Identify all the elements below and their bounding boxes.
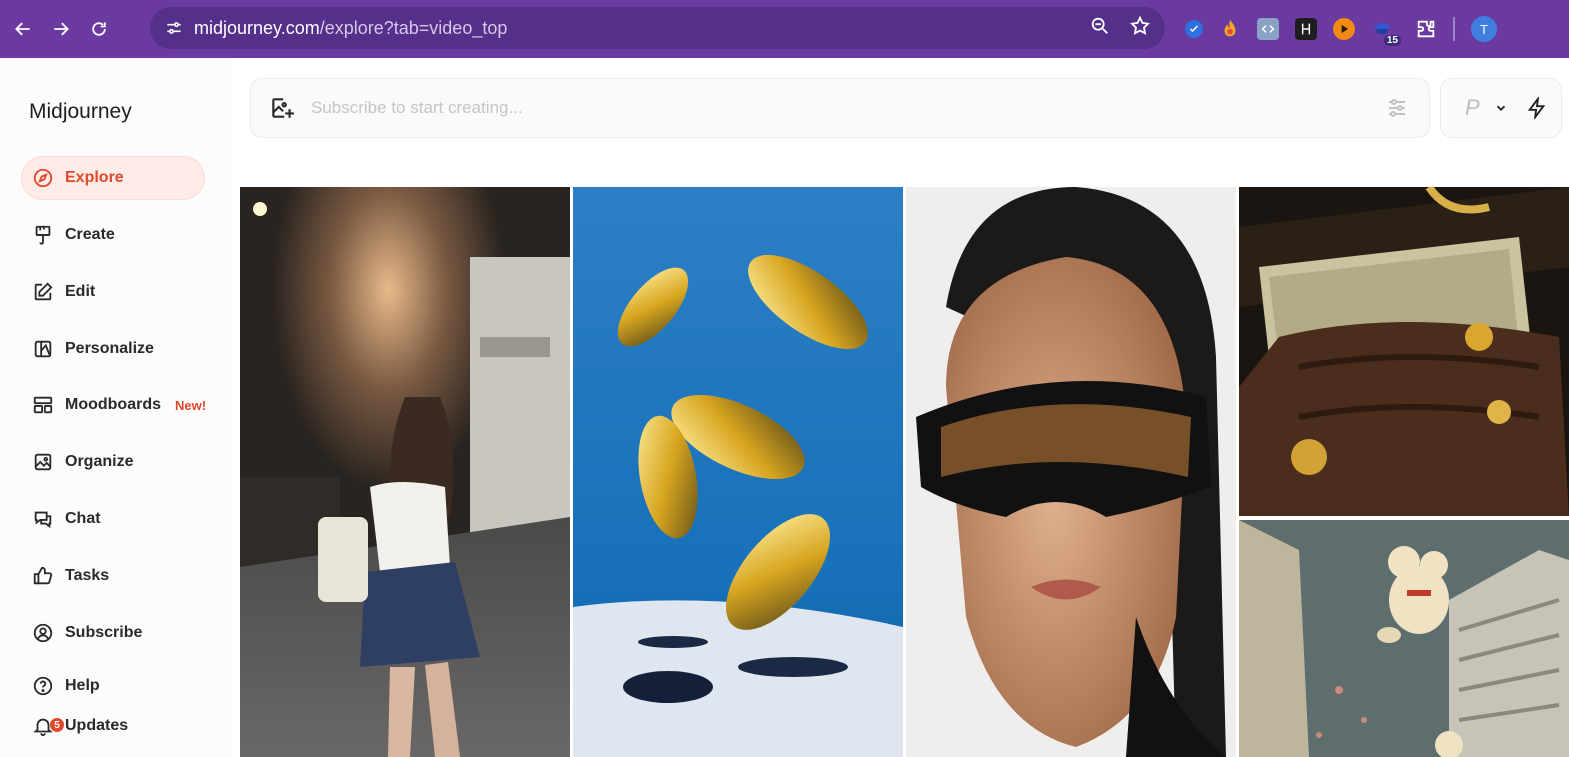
extension-flame-icon[interactable] xyxy=(1219,18,1241,40)
sidebar-item-label: Subscribe xyxy=(65,624,143,641)
site-info-icon[interactable] xyxy=(156,13,192,43)
extension-badge: 15 xyxy=(1383,35,1401,46)
sidebar-item-label: Tasks xyxy=(65,567,110,584)
sidebar-item-label: Personalize xyxy=(65,340,154,357)
browser-toolbar: midjourney.com/explore?tab=video_top 15 xyxy=(0,0,1569,58)
sidebar-item-moodboards[interactable]: Moodboards New! xyxy=(22,384,207,426)
compass-icon xyxy=(32,167,54,189)
prompt-input[interactable] xyxy=(311,98,1351,118)
profile-avatar[interactable]: T xyxy=(1471,16,1497,42)
sidebar-item-tasks[interactable]: Tasks xyxy=(22,555,204,597)
extensions-area: 15 T xyxy=(1185,12,1497,46)
forward-button[interactable] xyxy=(46,14,76,44)
sidebar-item-create[interactable]: Create xyxy=(22,214,204,256)
bell-icon: 5 xyxy=(32,715,64,737)
prompt-bar xyxy=(250,78,1430,138)
lightning-bolt-icon[interactable] xyxy=(1526,97,1548,119)
thumbs-up-icon xyxy=(32,565,54,587)
sidebar-item-label: Chat xyxy=(65,510,101,527)
extensions-puzzle-icon[interactable] xyxy=(1415,18,1437,40)
url-text: midjourney.com/explore?tab=video_top xyxy=(194,18,507,39)
edit-icon xyxy=(32,281,54,303)
sidebar-item-label: Moodboards xyxy=(65,396,161,413)
settings-sliders-icon[interactable] xyxy=(1385,96,1409,120)
extension-graduation-icon[interactable]: 15 xyxy=(1371,18,1401,46)
chat-icon xyxy=(32,508,54,530)
updates-count-badge: 5 xyxy=(50,718,64,732)
url-host: midjourney.com xyxy=(194,17,320,38)
sidebar-item-edit[interactable]: Edit xyxy=(22,271,204,313)
sidebar-item-label: Help xyxy=(65,677,100,694)
brush-icon xyxy=(32,224,54,246)
moodboard-icon xyxy=(32,394,54,416)
gallery-tile-street-girl[interactable] xyxy=(240,187,570,757)
extension-code-icon[interactable] xyxy=(1257,18,1279,40)
mode-selector[interactable]: P xyxy=(1440,78,1562,138)
personalize-icon xyxy=(32,338,54,360)
back-button[interactable] xyxy=(8,14,38,44)
new-badge: New! xyxy=(175,397,207,413)
reload-button[interactable] xyxy=(84,14,114,44)
gallery-tile-pills[interactable] xyxy=(573,187,903,757)
sidebar-item-label: Updates xyxy=(65,717,129,734)
help-icon xyxy=(32,675,54,697)
url-path: /explore?tab=video_top xyxy=(319,17,508,38)
sidebar-item-label: Create xyxy=(65,226,115,243)
image-icon xyxy=(32,451,54,473)
sidebar-item-personalize[interactable]: Personalize xyxy=(22,328,204,370)
sidebar-item-label: Explore xyxy=(65,169,124,186)
chevron-down-icon xyxy=(1496,105,1505,111)
address-bar[interactable]: midjourney.com/explore?tab=video_top xyxy=(150,7,1165,49)
sidebar-item-explore[interactable]: Explore xyxy=(22,157,204,199)
sidebar-item-chat[interactable]: Chat xyxy=(22,498,204,540)
sidebar-item-subscribe[interactable]: Subscribe xyxy=(22,612,204,654)
photo-woman-goggles xyxy=(906,187,1236,757)
mode-letter: P xyxy=(1465,95,1480,120)
gallery-tile-money[interactable] xyxy=(1239,187,1569,516)
sidebar-item-updates[interactable]: 5 Updates xyxy=(22,706,204,746)
extension-check-icon[interactable] xyxy=(1185,20,1203,38)
photo-cash-hands xyxy=(1239,187,1569,516)
user-circle-icon xyxy=(32,622,54,644)
gallery-tile-teddy[interactable] xyxy=(1239,520,1569,757)
zoom-icon[interactable] xyxy=(1089,15,1111,37)
sidebar-item-label: Edit xyxy=(65,283,96,300)
photo-floating-teddy xyxy=(1239,520,1569,757)
sidebar-item-help[interactable]: Help xyxy=(22,666,204,706)
gallery-tile-goggles[interactable] xyxy=(906,187,1236,757)
reload-icon xyxy=(92,22,106,36)
toolbar-divider xyxy=(1453,17,1455,41)
extension-play-icon[interactable] xyxy=(1333,18,1355,40)
sidebar-item-organize[interactable]: Organize xyxy=(22,441,204,483)
bookmark-star-icon[interactable] xyxy=(1129,15,1151,37)
sidebar-item-label: Organize xyxy=(65,453,134,470)
brand-title[interactable]: Midjourney xyxy=(29,100,132,124)
add-image-icon[interactable] xyxy=(269,95,295,121)
extension-h-icon[interactable] xyxy=(1295,18,1317,40)
photo-street-night xyxy=(240,187,570,757)
photo-golden-pills xyxy=(573,187,903,757)
arrow-left-icon xyxy=(15,22,30,36)
arrow-right-icon xyxy=(54,22,69,36)
